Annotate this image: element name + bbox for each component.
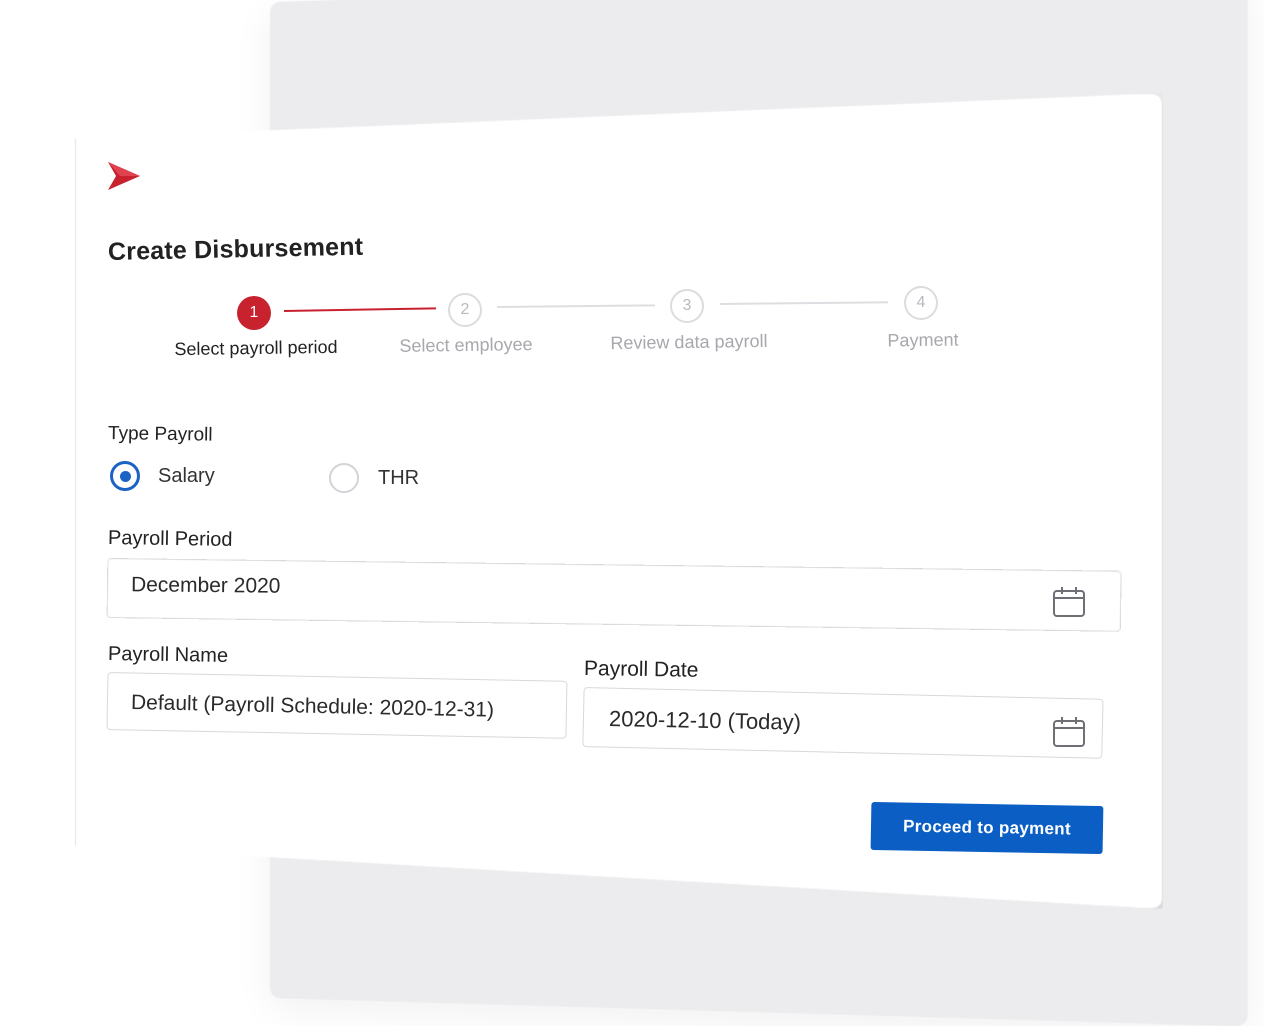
thr-radio-label[interactable]: THR [378,467,419,490]
calendar-icon[interactable] [1052,716,1086,748]
proceed-to-payment-button[interactable]: Proceed to payment [871,802,1104,854]
calendar-icon[interactable] [1052,586,1086,618]
step-2-label: Select employee [399,334,532,357]
step-2-circle[interactable]: 2 [448,293,482,327]
dialog-card [75,93,1163,909]
payroll-period-value: December 2020 [131,573,281,599]
type-payroll-label: Type Payroll [108,423,213,447]
payroll-name-label: Payroll Name [108,643,228,668]
scene: Create Disbursement 1 2 3 4 Select payro… [0,0,1264,1022]
step-1-label: Select payroll period [174,337,337,360]
payroll-date-value: 2020-12-10 (Today) [609,706,801,736]
step-4-label: Payment [887,330,958,352]
step-1-circle[interactable]: 1 [237,296,271,330]
step-3-circle[interactable]: 3 [670,289,704,323]
salary-radio-label[interactable]: Salary [158,465,215,488]
payroll-date-label: Payroll Date [584,657,699,683]
thr-radio[interactable] [329,463,359,493]
step-4-circle[interactable]: 4 [904,286,938,320]
salary-radio[interactable] [110,461,140,491]
page-title: Create Disbursement [108,233,364,267]
logo-icon [106,160,142,192]
step-3-label: Review data payroll [610,331,767,354]
payroll-period-label: Payroll Period [108,527,233,552]
